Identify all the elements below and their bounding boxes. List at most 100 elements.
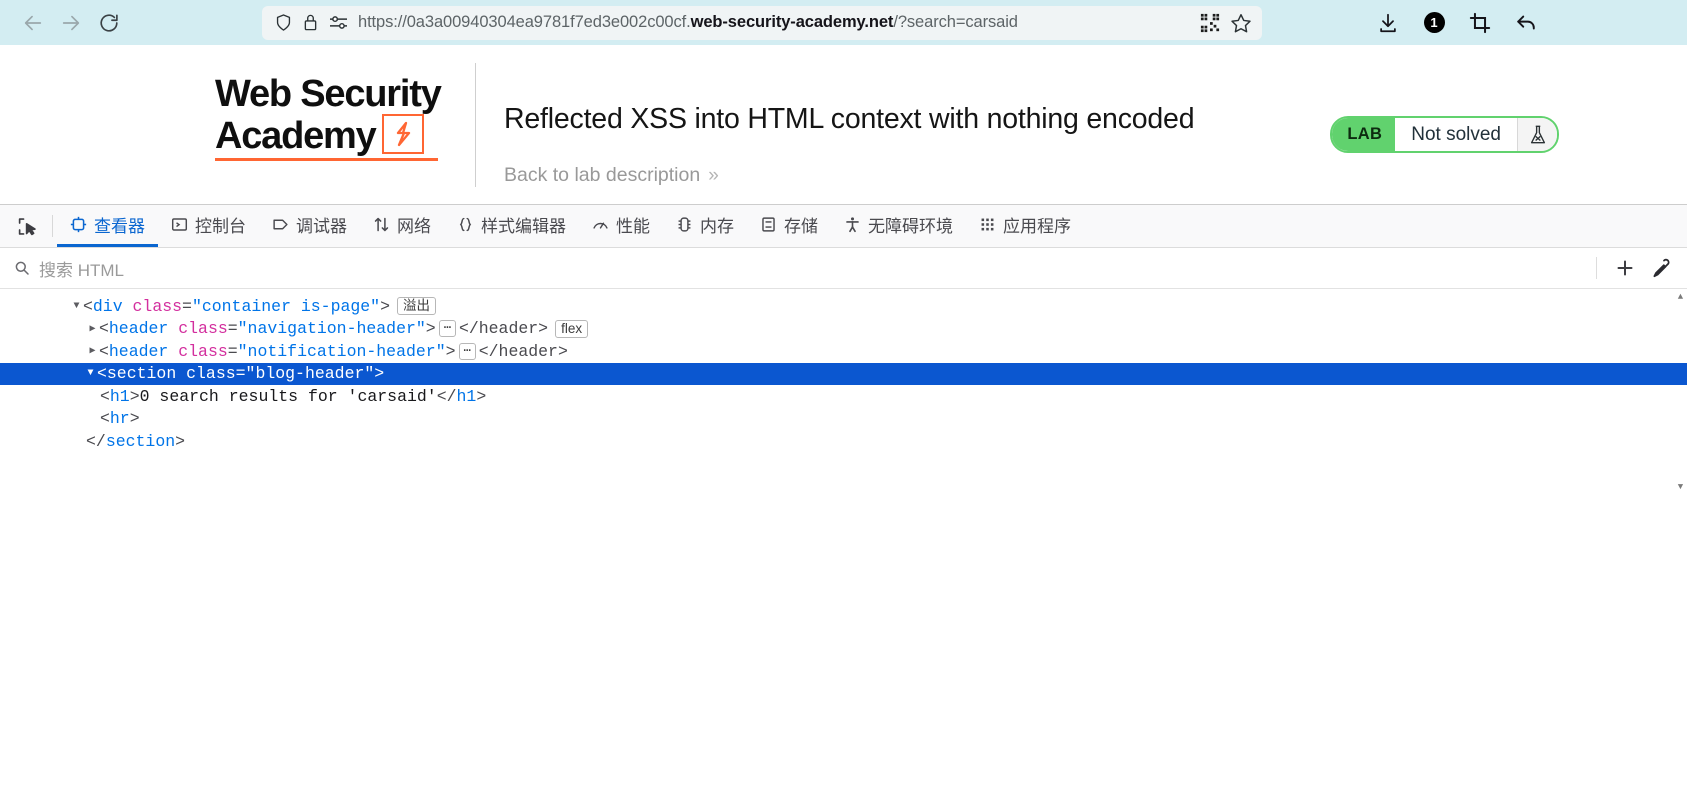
tab-inspector[interactable]: 查看器 [57, 205, 158, 247]
performance-icon [592, 216, 609, 233]
tab-label: 调试器 [296, 212, 347, 237]
tab-label: 无障碍环境 [868, 212, 953, 237]
notification-badge-button[interactable]: 1 [1418, 7, 1450, 39]
markup-node-section-close[interactable]: </section> [0, 430, 1687, 453]
application-icon [979, 216, 996, 233]
flask-icon-button[interactable] [1517, 118, 1557, 151]
tab-accessibility[interactable]: 无障碍环境 [831, 205, 966, 247]
page-content: Web Security Academy Reflected XSS into … [0, 45, 1687, 495]
element-picker-icon [17, 216, 38, 237]
token-closetag: </header> [479, 342, 568, 361]
token-open: < [99, 342, 109, 361]
lab-status-badge: Not solved [1395, 118, 1517, 151]
collapsed-children-icon[interactable]: ⋯ [439, 320, 456, 337]
toolbar-separator [52, 215, 53, 237]
element-picker-button[interactable] [6, 205, 48, 247]
markup-node-header-navigation[interactable]: ▶ <header class="navigation-header">⋯</h… [0, 318, 1687, 341]
tab-label: 存储 [784, 212, 818, 237]
expand-twisty-icon[interactable]: ▶ [86, 345, 99, 357]
storage-icon [760, 216, 777, 233]
lock-icon[interactable] [302, 13, 319, 32]
tab-performance[interactable]: 性能 [579, 205, 663, 247]
logo-line-2: Academy [215, 117, 376, 156]
accessibility-icon [844, 216, 861, 233]
url-prefix: https://0a3a00940304ea9781f7ed3e002c00cf… [358, 13, 691, 31]
star-icon[interactable] [1230, 12, 1252, 34]
download-icon [1377, 12, 1399, 34]
markup-node-div-container[interactable]: ▼ <div class="container is-page"> 溢出 [0, 295, 1687, 318]
devtools-panel: 查看器 控制台 调试器 网络 样式编辑器 性能 [0, 204, 1687, 495]
debugger-icon [272, 216, 289, 233]
memory-icon [676, 216, 693, 233]
devtools-search-bar: 搜索 HTML [0, 248, 1687, 289]
token-tag: section [107, 364, 176, 383]
scroll-up-icon[interactable]: ▲ [1675, 291, 1686, 303]
token-closetag: </header> [459, 319, 548, 338]
logo-line-1: Web Security [215, 75, 465, 114]
markup-node-h1[interactable]: <h1>0 search results for 'carsaid'</h1> [0, 385, 1687, 408]
token-close: > [426, 319, 436, 338]
undo-icon [1515, 12, 1537, 34]
forward-button[interactable] [52, 6, 90, 40]
tab-label: 应用程序 [1003, 212, 1071, 237]
screenshot-crop-button[interactable] [1464, 7, 1496, 39]
tab-label: 样式编辑器 [481, 212, 566, 237]
lab-tag: LAB [1332, 118, 1395, 151]
token-tag: header [109, 319, 168, 338]
back-link-label: Back to lab description [504, 164, 700, 187]
token-tag: div [93, 297, 123, 316]
address-bar[interactable]: https://0a3a00940304ea9781f7ed3e002c00cf… [262, 6, 1262, 40]
permissions-icon[interactable] [328, 14, 349, 31]
eyedropper-icon [1651, 258, 1671, 278]
reload-button[interactable] [90, 6, 128, 40]
academy-logo[interactable]: Web Security Academy [215, 63, 465, 161]
expand-twisty-icon[interactable]: ▼ [70, 301, 83, 312]
tab-storage[interactable]: 存储 [747, 205, 831, 247]
flask-icon [1528, 124, 1548, 146]
qr-code-icon[interactable] [1200, 13, 1220, 33]
tab-console[interactable]: 控制台 [158, 205, 259, 247]
token-value: "notification-header" [238, 342, 446, 361]
tab-label: 查看器 [94, 212, 145, 237]
tab-network[interactable]: 网络 [360, 205, 444, 247]
token-close: > [380, 297, 390, 316]
flex-badge[interactable]: flex [555, 320, 588, 338]
collapsed-children-icon[interactable]: ⋯ [459, 343, 476, 360]
tab-style-editor[interactable]: 样式编辑器 [444, 205, 579, 247]
tab-debugger[interactable]: 调试器 [259, 205, 360, 247]
overflow-badge[interactable]: 溢出 [397, 297, 436, 315]
undo-button[interactable] [1510, 7, 1542, 39]
expand-twisty-icon[interactable]: ▼ [84, 368, 97, 379]
network-icon [373, 216, 390, 233]
token-value: "container is-page" [192, 297, 380, 316]
notification-count: 1 [1424, 12, 1445, 33]
shield-icon[interactable] [274, 13, 293, 32]
token-attr: class [133, 297, 183, 316]
token-tag: hr [110, 409, 130, 428]
chevron-right-icon: » [708, 165, 719, 187]
browser-toolbar: https://0a3a00940304ea9781f7ed3e002c00cf… [0, 0, 1687, 45]
markup-tree[interactable]: ▼ <div class="container is-page"> 溢出 ▶ <… [0, 289, 1687, 495]
markup-node-header-notification[interactable]: ▶ <header class="notification-header">⋯<… [0, 340, 1687, 363]
markup-node-hr[interactable]: <hr> [0, 408, 1687, 431]
tab-memory[interactable]: 内存 [663, 205, 747, 247]
back-button[interactable] [14, 6, 52, 40]
token-closetag: section [106, 432, 175, 451]
eyedropper-button[interactable] [1645, 253, 1677, 283]
tab-application[interactable]: 应用程序 [966, 205, 1084, 247]
markup-node-section-blog-header[interactable]: ▼ <section class="blog-header"> [0, 363, 1687, 386]
tab-label: 内存 [700, 212, 734, 237]
academy-header: Web Security Academy Reflected XSS into … [0, 45, 1687, 207]
download-button[interactable] [1372, 7, 1404, 39]
back-to-lab-description-link[interactable]: Back to lab description » [504, 164, 719, 187]
markup-scrollbar[interactable]: ▲ ▼ [1676, 289, 1686, 495]
url-host: web-security-academy.net [691, 13, 894, 31]
token-tag: h1 [110, 387, 130, 406]
token-text: 0 search results for 'carsaid' [140, 387, 437, 406]
add-node-button[interactable] [1609, 253, 1641, 283]
burp-logo-mark [382, 114, 424, 154]
html-search-input[interactable]: 搜索 HTML [39, 256, 1579, 281]
scroll-down-icon[interactable]: ▼ [1675, 481, 1686, 493]
expand-twisty-icon[interactable]: ▶ [86, 323, 99, 335]
console-icon [171, 216, 188, 233]
